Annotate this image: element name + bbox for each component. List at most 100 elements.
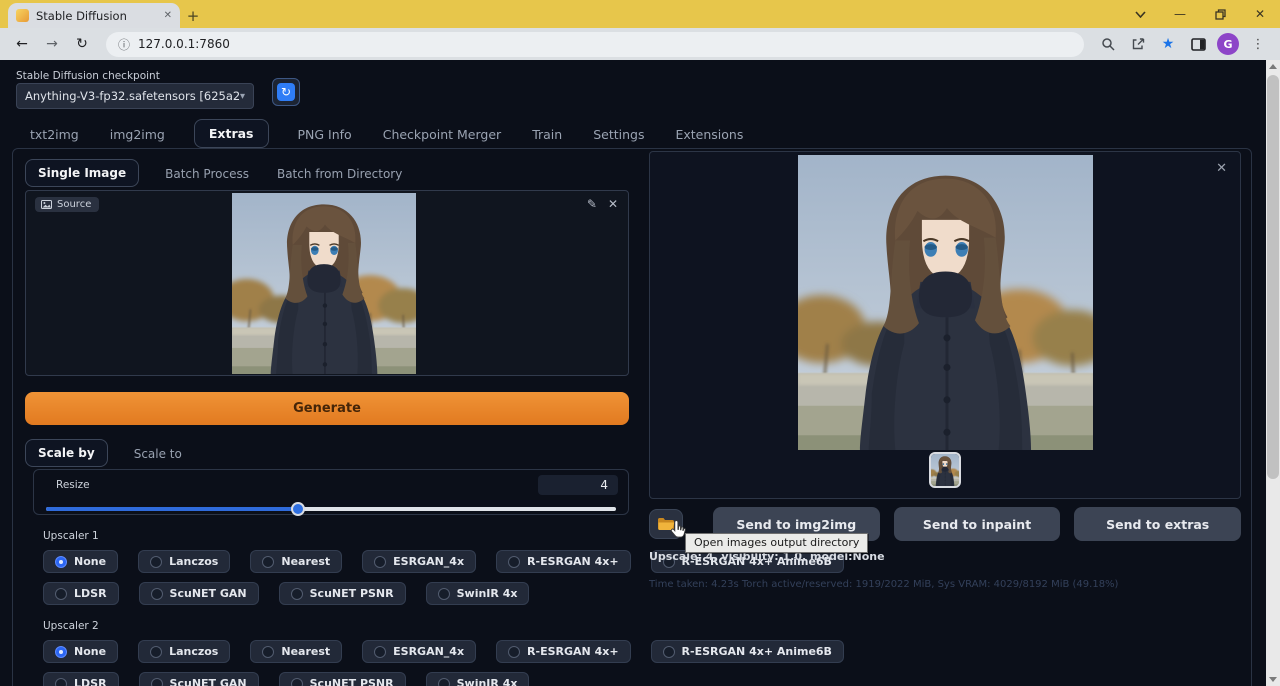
folder-tooltip: Open images output directory bbox=[685, 533, 869, 553]
send-to-inpaint-button[interactable]: Send to inpaint bbox=[893, 507, 1061, 541]
extras-left-column: Single Image Batch Process Batch from Di… bbox=[25, 157, 844, 686]
side-panel-icon[interactable] bbox=[1186, 32, 1210, 56]
upscaler2-option-scunet-psnr[interactable]: ScuNET PSNR bbox=[278, 672, 406, 686]
upscaler1-option-lanczos[interactable]: Lanczos bbox=[138, 550, 231, 573]
forward-icon[interactable]: → bbox=[40, 32, 64, 56]
tab-title: Stable Diffusion bbox=[36, 8, 127, 23]
checkpoint-label: Stable Diffusion checkpoint bbox=[16, 70, 160, 82]
radio-icon bbox=[150, 587, 163, 600]
resize-slider[interactable] bbox=[44, 502, 618, 516]
tab-txt2img[interactable]: txt2img bbox=[28, 121, 81, 148]
radio-icon bbox=[150, 677, 163, 686]
result-gallery-panel: ✕ bbox=[649, 151, 1241, 499]
input-mode-tabs: Single Image Batch Process Batch from Di… bbox=[25, 157, 629, 187]
reload-icon[interactable]: ↻ bbox=[70, 32, 94, 56]
resize-value-input[interactable]: 4 bbox=[538, 475, 618, 495]
upscaler1-option-none[interactable]: None bbox=[43, 550, 119, 573]
upscaler2-option-resrgan-anime6b[interactable]: R-ESRGAN 4x+ Anime6B bbox=[650, 640, 844, 663]
address-bar[interactable]: ⓘ 127.0.0.1:7860 bbox=[106, 31, 1084, 57]
upscaler2-option-nearest[interactable]: Nearest bbox=[250, 640, 343, 663]
upscaler2-option-resrgan4x[interactable]: R-ESRGAN 4x+ bbox=[496, 640, 631, 663]
tab-close-icon[interactable]: ✕ bbox=[164, 10, 172, 21]
browser-toolbar: ← → ↻ ⓘ 127.0.0.1:7860 ★ G ⋮ bbox=[0, 28, 1280, 60]
browser-menu-icon[interactable]: ⋮ bbox=[1246, 32, 1270, 56]
chevron-down-icon: ▾ bbox=[239, 90, 245, 102]
tab-train[interactable]: Train bbox=[530, 121, 564, 148]
tab-extensions[interactable]: Extensions bbox=[673, 121, 745, 148]
bookmark-star-icon[interactable]: ★ bbox=[1156, 32, 1180, 56]
source-image-dropzone[interactable]: Source ✎ ✕ bbox=[25, 190, 629, 376]
tab-scale-by[interactable]: Scale by bbox=[25, 439, 108, 467]
scrollbar-down-icon[interactable] bbox=[1266, 673, 1280, 686]
browser-tabstrip: Stable Diffusion ✕ + — ✕ bbox=[0, 0, 1280, 28]
upscaler-1-label: Upscaler 1 bbox=[43, 530, 99, 542]
extras-panel: Single Image Batch Process Batch from Di… bbox=[12, 148, 1252, 686]
slider-thumb[interactable] bbox=[290, 502, 305, 516]
upscaler1-option-scunet-gan[interactable]: ScuNET GAN bbox=[138, 582, 259, 605]
tab-scale-to[interactable]: Scale to bbox=[132, 441, 184, 467]
tab-img2img[interactable]: img2img bbox=[108, 121, 167, 148]
screen: Stable Diffusion ✕ + — ✕ ← → ↻ ⓘ 127.0.0… bbox=[0, 0, 1280, 686]
tab-settings[interactable]: Settings bbox=[591, 121, 646, 148]
close-gallery-icon[interactable]: ✕ bbox=[1216, 161, 1227, 176]
upscaler1-option-nearest[interactable]: Nearest bbox=[250, 550, 343, 573]
tab-checkpoint-merger[interactable]: Checkpoint Merger bbox=[381, 121, 503, 148]
upscaler1-option-scunet-psnr[interactable]: ScuNET PSNR bbox=[278, 582, 406, 605]
tab-png-info[interactable]: PNG Info bbox=[296, 121, 354, 148]
extras-result-column: ✕ Send to img2img Send to inpaint Send t… bbox=[649, 151, 1242, 590]
radio-icon bbox=[55, 677, 67, 686]
site-info-icon[interactable]: ⓘ bbox=[118, 36, 130, 53]
tab-batch-process[interactable]: Batch Process bbox=[163, 161, 251, 187]
radio-icon bbox=[262, 555, 275, 568]
upscaler2-option-esrgan4x[interactable]: ESRGAN_4x bbox=[362, 640, 477, 663]
minimize-icon[interactable]: — bbox=[1160, 0, 1200, 28]
refresh-checkpoints-button[interactable]: ↻ bbox=[272, 78, 300, 106]
radio-icon bbox=[290, 587, 303, 600]
zoom-icon[interactable] bbox=[1096, 32, 1120, 56]
radio-selected-icon bbox=[55, 645, 67, 658]
radio-icon bbox=[508, 645, 521, 658]
refresh-icon: ↻ bbox=[277, 83, 295, 101]
upscaler-2-group: Upscaler 2 None Lanczos Nearest ESRGAN_4… bbox=[25, 620, 844, 686]
radio-icon bbox=[374, 645, 387, 658]
share-icon[interactable] bbox=[1126, 32, 1150, 56]
new-tab-button[interactable]: + bbox=[180, 3, 206, 28]
url-text: 127.0.0.1:7860 bbox=[138, 37, 230, 51]
generate-button[interactable]: Generate bbox=[25, 392, 629, 425]
browser-tab[interactable]: Stable Diffusion ✕ bbox=[8, 3, 180, 28]
upscaler2-option-none[interactable]: None bbox=[43, 640, 119, 663]
upscaler2-option-lanczos[interactable]: Lanczos bbox=[138, 640, 231, 663]
dropzone-actions: ✎ ✕ bbox=[587, 197, 618, 211]
page-scrollbar bbox=[1266, 60, 1280, 686]
upscaler1-option-esrgan4x[interactable]: ESRGAN_4x bbox=[362, 550, 477, 573]
profile-avatar[interactable]: G bbox=[1216, 32, 1240, 56]
result-thumbnail[interactable] bbox=[929, 452, 961, 488]
back-icon[interactable]: ← bbox=[10, 32, 34, 56]
restore-icon[interactable] bbox=[1200, 0, 1240, 28]
tab-single-image[interactable]: Single Image bbox=[25, 159, 140, 187]
tab-extras[interactable]: Extras bbox=[193, 119, 269, 148]
upscaler1-option-swinir4x[interactable]: SwinIR 4x bbox=[425, 582, 530, 605]
upscaler2-option-scunet-gan[interactable]: ScuNET GAN bbox=[138, 672, 259, 686]
upscaler-2-label: Upscaler 2 bbox=[43, 620, 99, 632]
scale-tabs: Scale by Scale to bbox=[25, 437, 629, 467]
send-to-extras-button[interactable]: Send to extras bbox=[1074, 507, 1242, 541]
edit-image-icon[interactable]: ✎ bbox=[587, 197, 597, 211]
radio-icon bbox=[150, 645, 163, 658]
upscaler2-option-ldsr[interactable]: LDSR bbox=[43, 672, 119, 686]
close-window-icon[interactable]: ✕ bbox=[1240, 0, 1280, 28]
result-image[interactable] bbox=[798, 155, 1093, 450]
source-label: Source bbox=[57, 199, 92, 210]
scrollbar-thumb[interactable] bbox=[1267, 75, 1279, 479]
checkpoint-dropdown[interactable]: Anything-V3-fp32.safetensors [625a2ba2] … bbox=[16, 83, 254, 109]
upscaler1-option-ldsr[interactable]: LDSR bbox=[43, 582, 119, 605]
radio-selected-icon bbox=[55, 555, 67, 568]
tab-batch-from-directory[interactable]: Batch from Directory bbox=[275, 161, 404, 187]
tab-list-chevron-icon[interactable] bbox=[1120, 0, 1160, 28]
performance-stats-text: Time taken: 4.23s Torch active/reserved:… bbox=[649, 579, 1119, 590]
upscaler1-option-resrgan4x[interactable]: R-ESRGAN 4x+ bbox=[496, 550, 631, 573]
upscaler2-option-swinir4x[interactable]: SwinIR 4x bbox=[425, 672, 530, 686]
radio-icon bbox=[437, 677, 450, 686]
scrollbar-up-icon[interactable] bbox=[1266, 60, 1280, 73]
clear-image-icon[interactable]: ✕ bbox=[608, 197, 618, 211]
